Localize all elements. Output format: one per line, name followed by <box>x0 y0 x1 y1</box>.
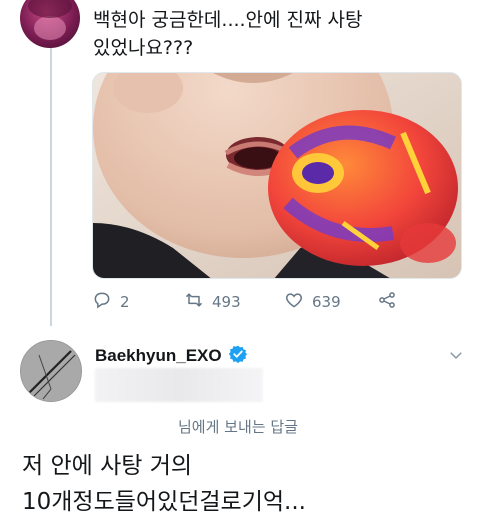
reply-count: 2 <box>120 293 130 311</box>
display-name[interactable]: Baekhyun_EXO <box>95 346 222 366</box>
chevron-down-icon[interactable] <box>447 346 465 364</box>
reply-button[interactable]: 2 <box>92 290 130 314</box>
retweet-button[interactable]: 493 <box>184 290 241 314</box>
author-row: Baekhyun_EXO <box>95 344 248 368</box>
tweet-photo[interactable] <box>92 72 462 279</box>
retweet-icon <box>184 290 204 314</box>
reply-tweet: Baekhyun_EXO 님에게 보내는 답글 저 안에 사탕 거의 10개정도… <box>0 330 480 524</box>
like-button[interactable]: 639 <box>284 290 341 314</box>
tweet-actions-bar: 2 493 639 <box>92 290 462 314</box>
blurred-handle <box>95 368 263 402</box>
reply-to-label: 님에게 보내는 답글 <box>178 418 298 436</box>
verified-badge-icon <box>228 344 248 368</box>
tweet-text: 백현아 궁금한데....안에 진짜 사탕 있었나요??? <box>93 9 363 59</box>
avatar[interactable] <box>20 340 82 402</box>
reply-icon <box>92 290 112 314</box>
avatar[interactable] <box>20 0 80 48</box>
share-icon <box>377 290 397 314</box>
share-button[interactable] <box>377 290 397 314</box>
heart-icon <box>284 290 304 314</box>
tweet-text: 저 안에 사탕 거의 10개정도들어있던걸로기억... <box>22 453 306 515</box>
like-count: 639 <box>312 293 341 311</box>
original-tweet: 백현아 궁금한데....안에 진짜 사탕 있었나요??? 2 493 639 <box>0 0 480 330</box>
retweet-count: 493 <box>212 293 241 311</box>
